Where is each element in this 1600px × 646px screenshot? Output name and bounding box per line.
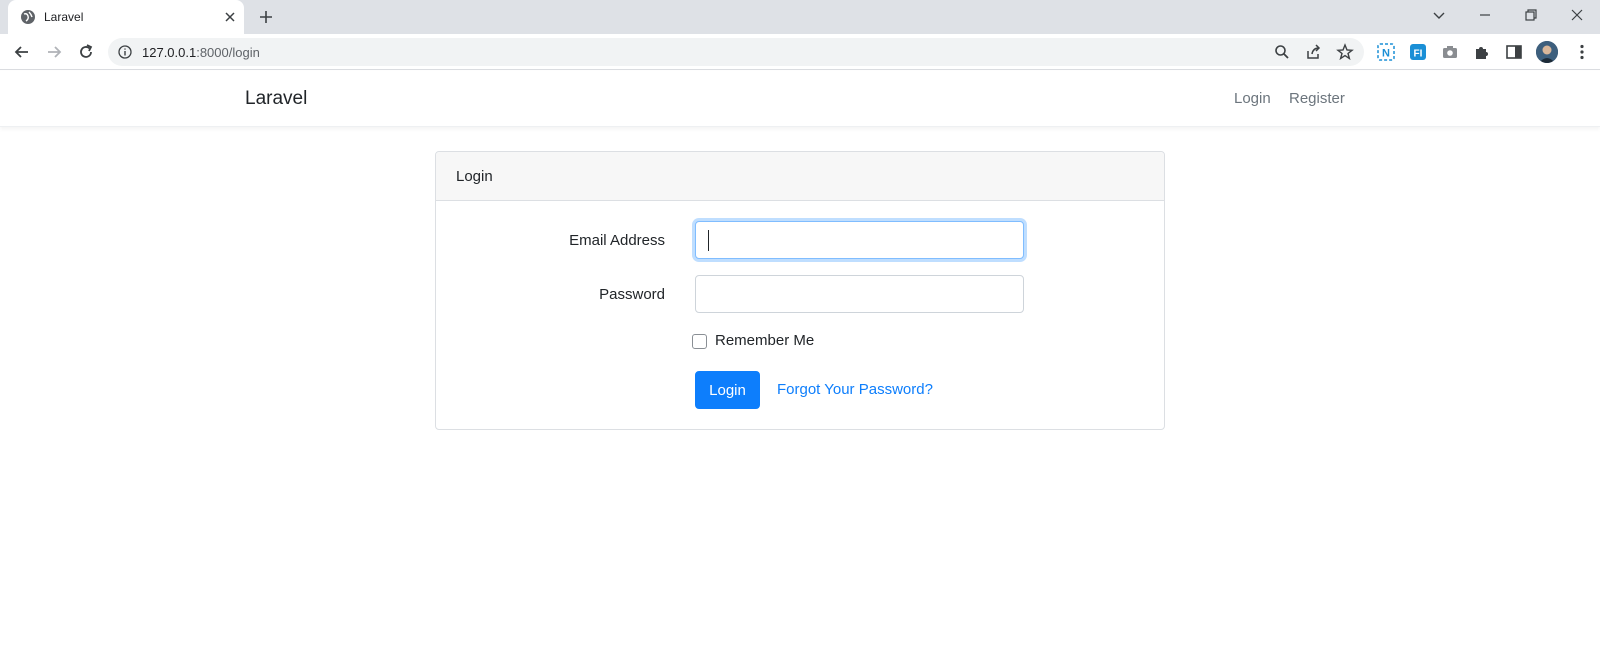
password-label: Password <box>599 286 665 303</box>
email-label: Email Address <box>569 232 665 249</box>
browser-tabstrip: Laravel <box>0 0 1600 34</box>
browser-tab[interactable]: Laravel <box>8 0 244 34</box>
site-navbar: Laravel Login Register <box>0 71 1600 127</box>
camera-icon[interactable] <box>1440 42 1460 62</box>
sidepanel-icon[interactable] <box>1504 42 1524 62</box>
password-field[interactable] <box>695 275 1024 313</box>
forward-arrow-icon[interactable] <box>44 42 64 62</box>
globe-icon <box>21 10 35 24</box>
fi-extension-icon[interactable]: FI <box>1408 42 1428 62</box>
restore-icon[interactable] <box>1523 7 1539 23</box>
back-arrow-icon[interactable] <box>12 42 32 62</box>
puzzle-icon[interactable] <box>1472 42 1492 62</box>
remember-label[interactable]: Remember Me <box>715 332 814 349</box>
profile-avatar[interactable] <box>1536 41 1558 63</box>
svg-text:N: N <box>1382 48 1390 60</box>
bookmark-star-icon[interactable] <box>1335 42 1355 62</box>
email-field[interactable] <box>695 221 1024 259</box>
nav-register-link[interactable]: Register <box>1289 90 1345 107</box>
card-header: Login <box>436 152 1164 201</box>
login-button[interactable]: Login <box>695 371 760 409</box>
reload-icon[interactable] <box>76 42 96 62</box>
remember-checkbox[interactable] <box>692 334 707 349</box>
browser-toolbar: 127.0.0.1:8000/login N FI <box>0 34 1600 70</box>
minimize-icon[interactable] <box>1477 7 1493 23</box>
close-icon[interactable] <box>222 9 238 25</box>
brand-link[interactable]: Laravel <box>245 88 307 110</box>
window-close-icon[interactable] <box>1569 7 1585 23</box>
menu-dots-icon[interactable] <box>1572 42 1592 62</box>
n-extension-icon[interactable]: N <box>1376 42 1396 62</box>
avatar-image <box>1536 41 1558 63</box>
nav-login-link[interactable]: Login <box>1234 90 1271 107</box>
site-info-icon[interactable] <box>118 45 132 59</box>
address-bar[interactable]: 127.0.0.1:8000/login <box>108 38 1364 66</box>
card-title: Login <box>456 168 493 185</box>
url-text: 127.0.0.1:8000/login <box>142 45 260 60</box>
zoom-search-icon[interactable] <box>1272 42 1292 62</box>
tab-search-chevron-icon[interactable] <box>1431 7 1447 23</box>
share-icon[interactable] <box>1304 42 1324 62</box>
tab-title: Laravel <box>44 10 84 24</box>
new-tab-icon[interactable] <box>258 9 274 25</box>
text-caret <box>708 230 709 251</box>
svg-text:FI: FI <box>1414 49 1423 60</box>
forgot-password-link[interactable]: Forgot Your Password? <box>777 381 933 398</box>
